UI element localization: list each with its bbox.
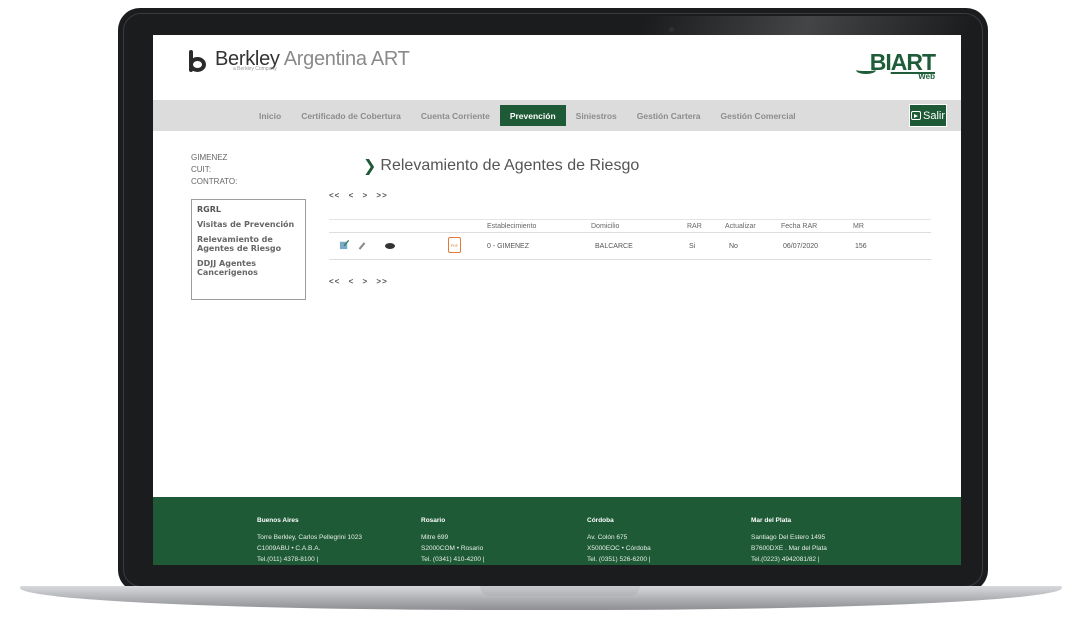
user-name: GIMENEZ <box>191 153 228 162</box>
nav-item-gestion-comercial[interactable]: Gestión Comercial <box>711 105 806 126</box>
pager-last-button[interactable]: >> <box>376 277 387 286</box>
table-header: Establecimiento Domicilio RAR Actualizar… <box>329 220 931 233</box>
nav-item-certificado[interactable]: Certificado de Cobertura <box>291 105 411 126</box>
pager-top: << < > >> <box>329 191 393 200</box>
logout-button[interactable]: Salir <box>909 104 947 127</box>
cell-rar: Si <box>689 243 696 250</box>
brand-logo[interactable]: Berkley Argentina ART <box>187 48 410 74</box>
berkley-b-icon <box>187 48 209 74</box>
nav-item-prevencion[interactable]: Prevención <box>499 105 566 126</box>
sidebar-menu: RGRL Visitas de Prevención Relevamiento … <box>191 199 306 300</box>
pencil-icon[interactable] <box>358 242 366 250</box>
cell-mr: 156 <box>855 243 867 250</box>
chevron-right-icon: ❯ <box>363 158 377 175</box>
footer-address: Mitre 699 <box>421 534 449 541</box>
nav-item-cuenta-corriente[interactable]: Cuenta Corriente <box>411 105 500 126</box>
pager-last-button[interactable]: >> <box>376 191 387 200</box>
footer-phone: Tel.(0223) 4942081/82 | <box>751 556 820 563</box>
brand-subtitle: a Berkley Company <box>233 66 277 72</box>
footer-phone: Tel. (0341) 410-4200 | <box>421 556 485 563</box>
footer-postal: C1009ABU • C.A.B.A. <box>257 545 321 552</box>
pager-first-button[interactable]: << <box>329 277 340 286</box>
pager-prev-button[interactable]: < <box>349 191 355 200</box>
logout-label: Salir <box>922 109 945 122</box>
cell-establecimiento: 0 - GIMENEZ <box>487 243 530 250</box>
camera-icon <box>669 27 674 32</box>
sidebar-item-rgrl[interactable]: RGRL <box>197 205 300 214</box>
footer-phone: Tel. (0351) 526-6200 | <box>587 556 651 563</box>
nav-item-gestion-cartera[interactable]: Gestión Cartera <box>627 105 711 126</box>
contrato-label: CONTRATO: <box>191 177 238 186</box>
footer-office-cordoba: Córdoba Av. Colón 675 X5000EOC • Córdoba… <box>587 515 651 565</box>
nav-item-siniestros[interactable]: Siniestros <box>566 105 627 126</box>
nav-item-inicio[interactable]: Inicio <box>249 105 291 126</box>
footer-postal: B7600DXE . Mar del Plata <box>751 545 827 552</box>
footer: Buenos Aires Torre Berkley, Carlos Pelle… <box>153 497 961 565</box>
laptop-notch <box>480 586 640 596</box>
footer-address: Av. Colón 675 <box>587 534 628 541</box>
sidebar-item-ddjj[interactable]: DDJJ Agentes Cancerigenos <box>197 259 300 277</box>
swoosh-icon <box>855 66 876 74</box>
user-info: GIMENEZ CUIT: CONTRATO: <box>191 152 237 188</box>
pager-prev-button[interactable]: < <box>349 277 355 286</box>
logout-icon <box>910 111 921 120</box>
footer-office-rosario: Rosario Mitre 699 S2000COM • Rosario Tel… <box>421 515 484 565</box>
sidebar-item-visitas[interactable]: Visitas de Prevención <box>197 220 300 229</box>
footer-city: Córdoba <box>587 517 614 524</box>
page-title-text: Relevamiento de Agentes de Riesgo <box>380 157 640 174</box>
footer-city: Rosario <box>421 517 446 524</box>
footer-address: Torre Berkley, Carlos Pellegrini 1023 <box>257 534 363 541</box>
edit-icon[interactable] <box>339 239 350 250</box>
pager-next-button[interactable]: > <box>362 277 368 286</box>
cell-fecha-rar: 06/07/2020 <box>783 243 819 250</box>
cuit-label: CUIT: <box>191 165 211 174</box>
column-header-fecha-rar: Fecha RAR <box>781 223 818 230</box>
footer-city: Buenos Aires <box>257 517 299 524</box>
main-nav: Inicio Certificado de Cobertura Cuenta C… <box>153 100 961 131</box>
footer-office-buenos-aires: Buenos Aires Torre Berkley, Carlos Pelle… <box>257 515 362 565</box>
table-row: PDF 0 - GIMENEZ BALCARCE Si No 06/07/202… <box>329 233 931 260</box>
brand-name-light: Argentina ART <box>283 48 410 70</box>
pager-next-button[interactable]: > <box>362 191 368 200</box>
column-header-establecimiento: Establecimiento <box>487 223 537 230</box>
column-header-mr: MR <box>853 223 864 230</box>
footer-postal: X5000EOC • Córdoba <box>587 545 651 552</box>
data-table: Establecimiento Domicilio RAR Actualizar… <box>329 219 931 260</box>
column-header-rar: RAR <box>687 223 702 230</box>
pager-first-button[interactable]: << <box>329 191 340 200</box>
footer-office-mar-del-plata: Mar del Plata Santiago Del Estero 1495 B… <box>751 515 827 565</box>
browser-screen: Berkley Argentina ART a Berkley Company … <box>153 35 961 565</box>
pdf-icon[interactable]: PDF <box>448 237 461 253</box>
footer-phone: Tel.(011) 4378-8100 | <box>257 556 319 563</box>
column-header-actualizar: Actualizar <box>725 223 756 230</box>
cell-actualizar: No <box>729 243 738 250</box>
column-header-domicilio: Domicilio <box>591 223 620 230</box>
cell-domicilio: BALCARCE <box>595 243 633 250</box>
footer-address: Santiago Del Estero 1495 <box>751 534 826 541</box>
page-title: ❯ Relevamiento de Agentes de Riesgo <box>363 156 639 176</box>
biart-logo: BIART Web <box>855 49 936 81</box>
sidebar-item-relevamiento[interactable]: Relevamiento de Agentes de Riesgo <box>197 235 300 253</box>
pager-bottom: << < > >> <box>329 277 393 286</box>
eye-icon[interactable] <box>385 243 395 249</box>
footer-postal: S2000COM • Rosario <box>421 545 484 552</box>
footer-city: Mar del Plata <box>751 517 792 524</box>
